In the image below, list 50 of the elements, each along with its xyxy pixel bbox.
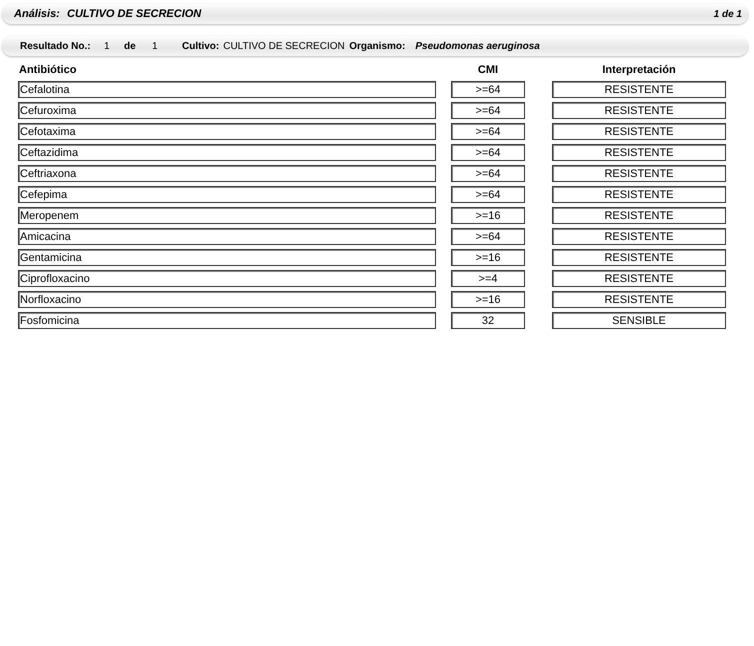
- table-cell: RESISTENTE: [552, 228, 726, 245]
- of-label: de: [124, 40, 137, 52]
- table-cell: RESISTENTE: [552, 207, 726, 224]
- culture-value: CULTIVO DE SECRECION: [223, 40, 346, 52]
- table-cell: Norfloxacino: [18, 291, 436, 308]
- table-cell: >=64: [451, 123, 525, 140]
- column-header: Interpretación: [601, 64, 677, 77]
- column-header: Antibiótico: [18, 64, 78, 77]
- result-label: Resultado No.:: [20, 40, 92, 52]
- column-header: CMI: [476, 64, 500, 77]
- table-cell: >=64: [451, 228, 525, 245]
- table-cell: Ceftriaxona: [18, 165, 436, 182]
- table-cell: Cefotaxima: [18, 123, 436, 140]
- table-cell: >=64: [451, 102, 525, 119]
- organism-value: Pseudomonas aeruginosa: [415, 40, 540, 52]
- table-cell: RESISTENTE: [552, 249, 726, 266]
- result-total: 1: [152, 40, 159, 52]
- table-cell: >=64: [451, 81, 525, 98]
- table-cell: >=16: [451, 291, 525, 308]
- culture-label: Cultivo:: [182, 40, 220, 52]
- table-cell: Gentamicina: [18, 249, 436, 266]
- table-cell: >=16: [451, 249, 525, 266]
- table-cell: Fosfomicina: [18, 312, 436, 329]
- table-cell: RESISTENTE: [552, 81, 726, 98]
- table-cell: Ceftazidima: [18, 144, 436, 161]
- table-cell: 32: [451, 312, 525, 329]
- table-cell: >=64: [451, 165, 525, 182]
- table-cell: >=16: [451, 207, 525, 224]
- table-cell: >=64: [451, 144, 525, 161]
- table-cell: Cefuroxima: [18, 102, 436, 119]
- analysis-name: CULTIVO DE SECRECION: [67, 8, 202, 20]
- table-cell: RESISTENTE: [552, 165, 726, 182]
- table-cell: Ciprofloxacino: [18, 270, 436, 287]
- table-cell: Meropenem: [18, 207, 436, 224]
- analysis-label: Análisis:: [14, 8, 61, 20]
- table-cell: Cefalotina: [18, 81, 436, 98]
- page-number: 1 de 1: [714, 8, 742, 20]
- table-cell: RESISTENTE: [552, 144, 726, 161]
- result-number: 1: [104, 40, 111, 52]
- table-cell: Cefepima: [18, 186, 436, 203]
- table-cell: RESISTENTE: [552, 291, 726, 308]
- table-cell: RESISTENTE: [552, 270, 726, 287]
- table-cell: RESISTENTE: [552, 123, 726, 140]
- table-cell: SENSIBLE: [552, 312, 726, 329]
- table-cell: >=4: [451, 270, 525, 287]
- table-cell: >=64: [451, 186, 525, 203]
- table-cell: Amicacina: [18, 228, 436, 245]
- table-cell: RESISTENTE: [552, 186, 726, 203]
- organism-label: Organismo:: [349, 40, 406, 52]
- table-cell: RESISTENTE: [552, 102, 726, 119]
